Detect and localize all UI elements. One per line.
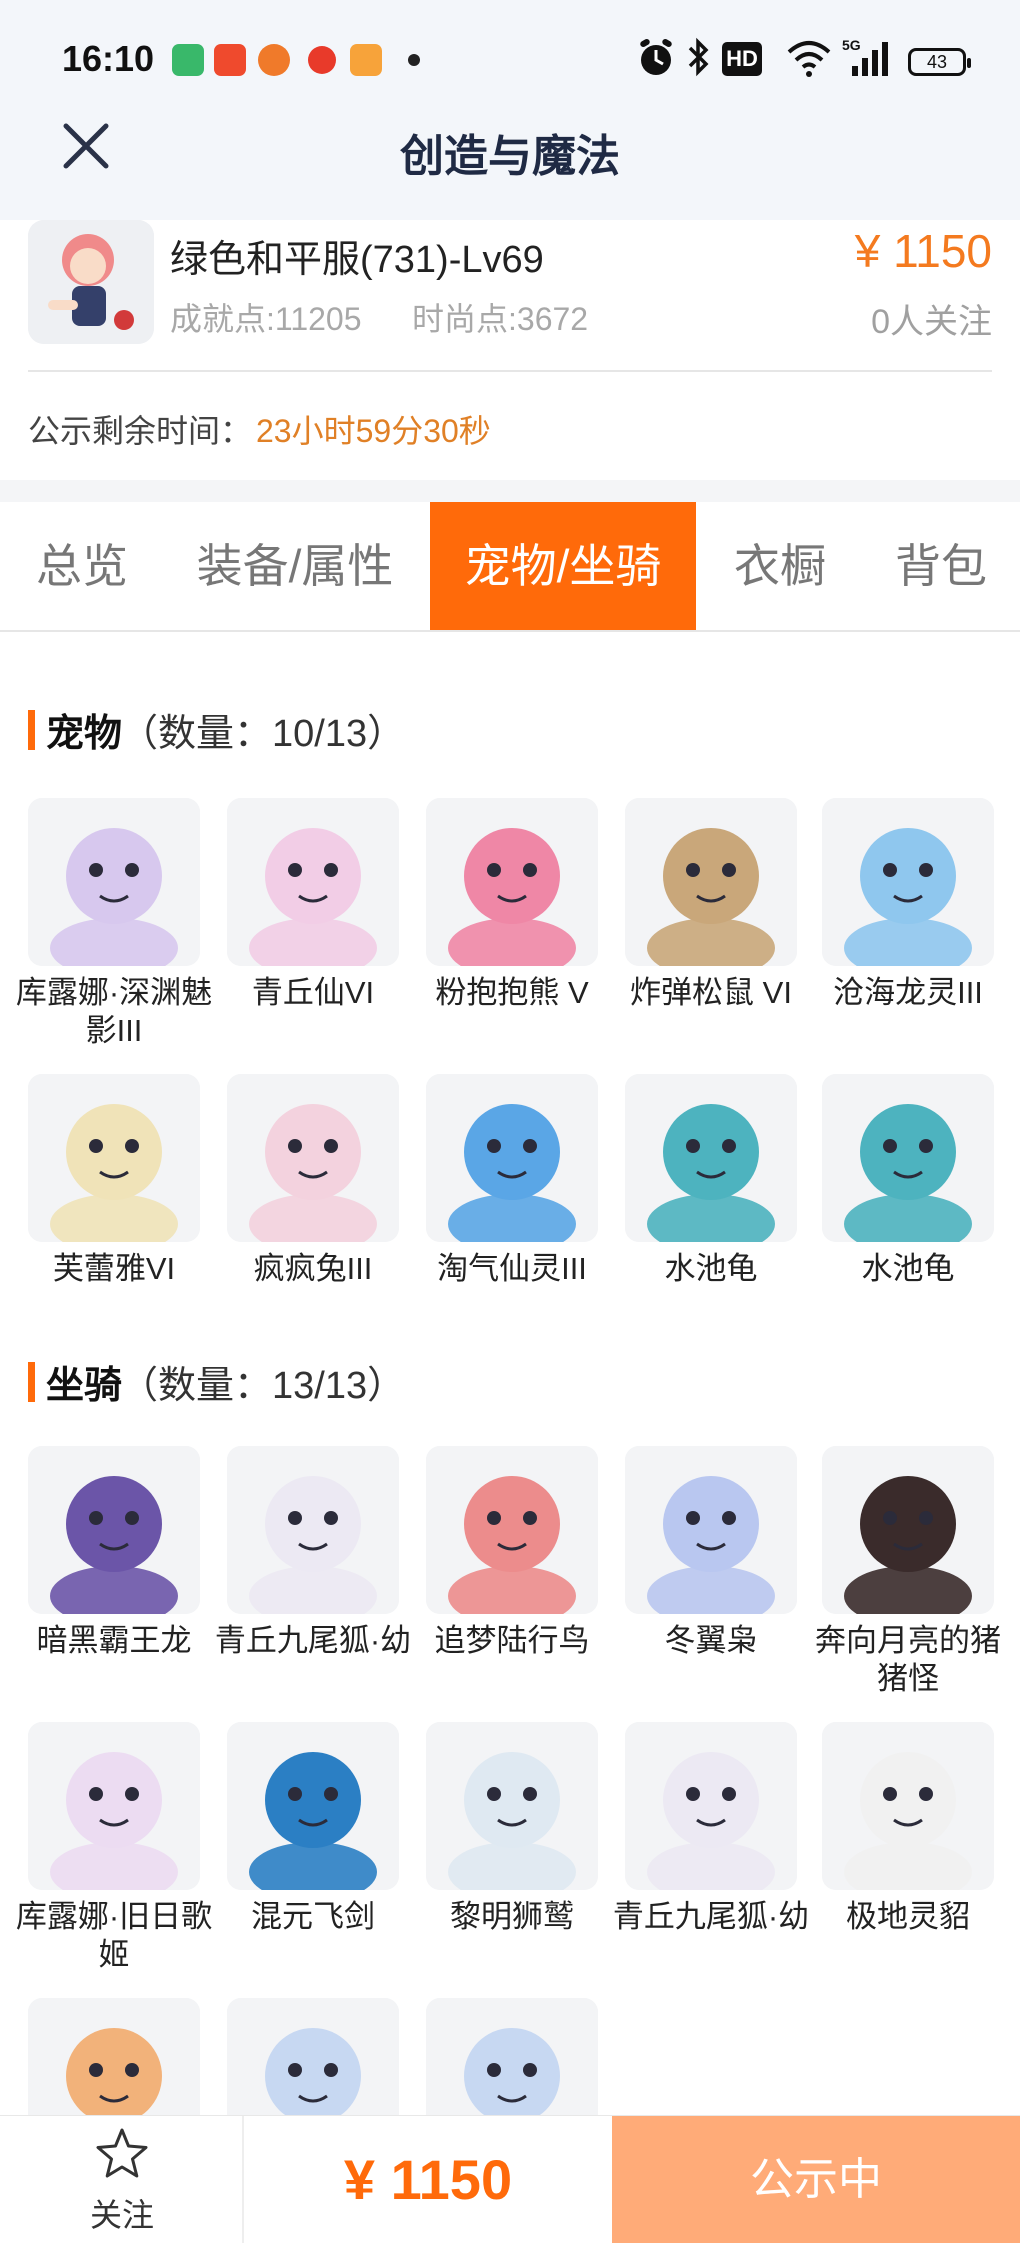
follow-button[interactable]: 关注 xyxy=(0,2116,244,2243)
dot-icon xyxy=(408,54,420,66)
item-label: 奔向月亮的猪猪怪 xyxy=(815,1623,1001,1696)
item-label: 混元飞剑 xyxy=(251,1899,375,1934)
item-thumbnail xyxy=(426,1074,598,1242)
timer-value: 23小时59分30秒 xyxy=(256,413,491,449)
item-label: 黎明狮鹫 xyxy=(450,1899,574,1934)
item-thumbnail xyxy=(822,1446,994,1614)
item-thumbnail xyxy=(625,1722,797,1890)
follower-count: 0人关注 xyxy=(871,303,992,341)
clock: 16:10 xyxy=(62,38,155,79)
item-thumbnail xyxy=(227,1446,399,1614)
item-label: 芙蕾雅VI xyxy=(52,1251,176,1286)
pets-title: 宠物 xyxy=(46,713,123,755)
public-status-button[interactable]: 公示中 xyxy=(612,2116,1020,2243)
tab-pets-mounts[interactable]: 宠物/坐骑 xyxy=(430,502,696,630)
divider xyxy=(28,370,992,372)
tab-equipment[interactable]: 装备/属性 xyxy=(180,502,410,630)
item-label: 沧海龙灵III xyxy=(833,975,983,1010)
pets-count: （数量：10/13） xyxy=(120,713,406,755)
item-label: 库露娜·深渊魅影III xyxy=(15,975,213,1048)
item-thumbnail xyxy=(625,1446,797,1614)
wifi-icon xyxy=(787,41,831,77)
svg-text:5G: 5G xyxy=(842,37,861,53)
item-label: 淘气仙灵III xyxy=(437,1251,587,1286)
mounts-count: （数量：13/13） xyxy=(120,1365,406,1407)
item-label: 青丘九尾狐·幼 xyxy=(214,1623,412,1658)
item-thumbnail xyxy=(426,1722,598,1890)
star-icon xyxy=(96,2128,148,2178)
game-app-icon xyxy=(258,44,290,76)
alarm-icon xyxy=(640,39,672,75)
item-thumbnail xyxy=(822,1722,994,1890)
item-thumbnail xyxy=(227,1074,399,1242)
item-thumbnail xyxy=(625,798,797,966)
item-label: 追梦陆行鸟 xyxy=(434,1623,590,1658)
section-gap xyxy=(0,480,1020,502)
item-label: 暗黑霸王龙 xyxy=(36,1623,192,1658)
item-label: 水池龟 xyxy=(664,1251,758,1286)
messages-app-icon xyxy=(172,44,204,76)
listing-card[interactable]: 绿色和平服(731)-Lv69 ¥ 1150 成就点:11205 时尚点:367… xyxy=(0,220,1020,500)
status-bar: 16:10 HD 5G 43 xyxy=(0,0,1020,110)
item-label: 炸弹松鼠 VI xyxy=(630,975,792,1010)
tv-app-icon xyxy=(350,44,382,76)
item-thumbnail xyxy=(822,798,994,966)
item-label: 粉抱抱熊 V xyxy=(435,975,589,1010)
item-thumbnail xyxy=(625,1074,797,1242)
item-thumbnail xyxy=(28,798,200,966)
item-thumbnail xyxy=(28,1446,200,1614)
tab-backpack[interactable]: 背包 xyxy=(870,502,1012,630)
mounts-title: 坐骑 xyxy=(46,1365,123,1407)
item-label: 疯疯兔III xyxy=(253,1251,373,1286)
timer-label: 公示剩余时间： xyxy=(28,413,253,449)
item-label: 青丘仙VI xyxy=(251,975,375,1010)
title-bar: 创造与魔法 xyxy=(0,110,1020,220)
hd-icon: HD xyxy=(722,42,762,76)
character-avatar xyxy=(28,220,154,344)
item-thumbnail xyxy=(28,1074,200,1242)
tab-overview[interactable]: 总览 xyxy=(0,502,164,630)
item-thumbnail xyxy=(227,798,399,966)
character-name: 绿色和平服(731)-Lv69 xyxy=(170,239,544,281)
section-marker xyxy=(28,710,35,750)
video-app-icon xyxy=(214,44,246,76)
bottom-price: ¥ 1150 xyxy=(343,2148,513,2211)
bluetooth-icon xyxy=(688,37,709,77)
battery-indicator: 43 xyxy=(908,48,971,76)
item-label: 冬翼枭 xyxy=(664,1623,758,1658)
tab-bar: 总览 装备/属性 宠物/坐骑 衣橱 背包 xyxy=(0,502,1020,632)
fashion-points: 时尚点:3672 xyxy=(412,301,589,337)
bottom-action-bar: 关注 ¥ 1150 公示中 xyxy=(0,2115,1020,2243)
section-marker xyxy=(28,1362,35,1402)
tab-wardrobe[interactable]: 衣橱 xyxy=(712,502,848,630)
item-thumbnail xyxy=(426,1446,598,1614)
item-thumbnail xyxy=(822,1074,994,1242)
item-thumbnail xyxy=(28,1722,200,1890)
item-label: 极地灵貂 xyxy=(846,1899,970,1934)
follow-label: 关注 xyxy=(89,2197,154,2233)
item-thumbnail xyxy=(227,1722,399,1890)
page-title: 创造与魔法 xyxy=(400,132,620,181)
item-label: 库露娜·旧日歌姬 xyxy=(15,1899,213,1972)
item-thumbnail xyxy=(426,798,598,966)
achievement-points: 成就点:11205 xyxy=(170,301,362,337)
top-bar: 16:10 HD 5G 43 创造与魔法 xyxy=(0,0,1020,220)
signal-5g-icon: 5G xyxy=(842,37,888,76)
red-app-icon xyxy=(308,46,336,74)
listing-price: ¥ 1150 xyxy=(854,225,992,277)
item-label: 青丘九尾狐·幼 xyxy=(612,1899,810,1934)
item-label: 水池龟 xyxy=(861,1251,955,1286)
